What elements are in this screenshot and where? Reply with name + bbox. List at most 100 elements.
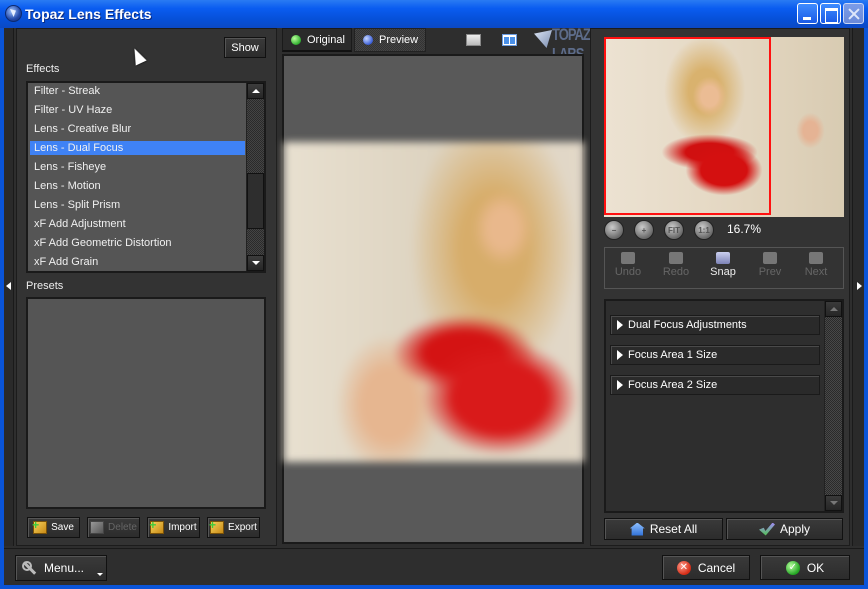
- show-button[interactable]: Show: [224, 37, 266, 58]
- presets-label: Presets: [26, 280, 64, 292]
- scroll-down-button[interactable]: [247, 255, 264, 271]
- save-icon: [32, 518, 48, 534]
- effect-item[interactable]: Lens - Motion: [30, 179, 245, 193]
- undo-label: Undo: [614, 266, 642, 278]
- expand-icon: [617, 320, 623, 330]
- arrow-left-icon: [6, 282, 11, 290]
- effect-item[interactable]: xF Add Geometric Distortion: [30, 236, 245, 250]
- logo-diamond-icon: [534, 30, 552, 48]
- prev-label: Prev: [758, 266, 782, 278]
- topaz-logo: TOPAZ LABS: [534, 25, 591, 64]
- history-toolbar: Undo Redo Snap Prev Next: [604, 247, 844, 289]
- split-view-icon[interactable]: [502, 34, 517, 46]
- import-preset-button[interactable]: Import: [147, 517, 200, 538]
- preview-dot-icon: [363, 35, 373, 45]
- zoom-actual-button[interactable]: 1:1: [694, 220, 714, 240]
- section-label: Focus Area 2 Size: [628, 379, 718, 391]
- export-icon: [209, 518, 225, 534]
- wrench-icon: [22, 561, 36, 575]
- import-icon: [149, 518, 165, 534]
- delete-preset-button[interactable]: Delete: [87, 517, 140, 538]
- menu-button[interactable]: Menu...: [15, 555, 107, 581]
- zoom-out-button[interactable]: −: [604, 220, 624, 240]
- effects-list[interactable]: Filter - Streak Filter - UV Haze Lens - …: [26, 81, 266, 273]
- reset-label: Reset All: [649, 522, 698, 536]
- preview-canvas[interactable]: [282, 54, 584, 544]
- tab-original-label: Original: [307, 33, 345, 46]
- undo-icon: [621, 252, 635, 264]
- collapse-right-panel[interactable]: [852, 28, 864, 546]
- apply-button[interactable]: Apply: [726, 518, 843, 540]
- redo-label: Redo: [662, 266, 690, 278]
- effect-item[interactable]: xF Add Adjustment: [30, 217, 245, 231]
- arrow-right-icon: [857, 282, 862, 290]
- section-focus-area-2-size[interactable]: Focus Area 2 Size: [610, 375, 820, 395]
- section-dual-focus-adjustments[interactable]: Dual Focus Adjustments: [610, 315, 820, 335]
- effect-item-selected[interactable]: Lens - Dual Focus: [30, 141, 245, 155]
- snap-label: Snap: [710, 266, 736, 278]
- left-panel: Show Effects Filter - Streak Filter - UV…: [16, 28, 277, 546]
- home-icon: [629, 522, 645, 536]
- scroll-up-button[interactable]: [825, 301, 842, 317]
- tab-preview-label: Preview: [379, 34, 419, 46]
- redo-button[interactable]: Redo: [656, 252, 696, 278]
- next-button[interactable]: Next: [796, 252, 836, 278]
- reset-all-button[interactable]: Reset All: [604, 518, 723, 540]
- maximize-button[interactable]: [820, 3, 841, 24]
- cancel-button[interactable]: ✕ Cancel: [662, 555, 750, 580]
- client-area: Show Effects Filter - Streak Filter - UV…: [4, 25, 864, 585]
- effect-item[interactable]: Filter - Streak: [30, 84, 245, 98]
- expand-icon: [617, 350, 623, 360]
- export-preset-button[interactable]: Export: [207, 517, 260, 538]
- title-bar[interactable]: Topaz Lens Effects: [0, 0, 868, 28]
- ok-check-icon: ✓: [785, 560, 800, 575]
- checkmark-icon: [758, 522, 775, 536]
- right-panel: − + FIT 1:1 16.7% Undo Redo Snap Prev Ne…: [590, 28, 850, 546]
- effect-item[interactable]: Lens - Creative Blur: [30, 122, 245, 136]
- effect-item[interactable]: xF Add Grain: [30, 255, 245, 269]
- section-focus-area-1-size[interactable]: Focus Area 1 Size: [610, 345, 820, 365]
- app-window: Topaz Lens Effects Show Effects Filter -…: [0, 0, 868, 589]
- tab-preview[interactable]: Preview: [354, 28, 426, 52]
- navigator-thumbnail[interactable]: [604, 37, 844, 217]
- scroll-down-button[interactable]: [825, 495, 842, 511]
- prev-icon: [763, 252, 777, 264]
- tab-original[interactable]: Original: [282, 28, 352, 52]
- save-label: Save: [51, 522, 74, 533]
- zoom-level: 16.7%: [727, 222, 762, 236]
- delete-icon: [90, 521, 105, 534]
- adjustments-scrollbar[interactable]: [824, 301, 842, 511]
- zoom-in-button[interactable]: +: [634, 220, 654, 240]
- save-preset-button[interactable]: Save: [27, 517, 80, 538]
- undo-button[interactable]: Undo: [608, 252, 648, 278]
- effect-item[interactable]: Filter - UV Haze: [30, 103, 245, 117]
- next-label: Next: [804, 266, 828, 278]
- cancel-icon: ✕: [676, 560, 691, 575]
- minimize-button[interactable]: [797, 3, 818, 24]
- effects-label: Effects: [26, 63, 60, 75]
- effect-item[interactable]: Lens - Split Prism: [30, 198, 245, 212]
- collapse-left-panel[interactable]: [4, 28, 14, 546]
- presets-list[interactable]: [26, 297, 266, 509]
- scroll-thumb[interactable]: [247, 173, 264, 229]
- close-button[interactable]: [843, 3, 864, 24]
- ok-button[interactable]: ✓ OK: [760, 555, 850, 580]
- effect-item[interactable]: Lens - Fisheye: [30, 160, 245, 174]
- scroll-up-button[interactable]: [247, 83, 264, 99]
- expand-icon: [617, 380, 623, 390]
- cancel-label: Cancel: [697, 560, 736, 575]
- effects-scrollbar[interactable]: [246, 83, 264, 271]
- single-view-icon[interactable]: [466, 34, 481, 46]
- snap-button[interactable]: Snap: [703, 252, 743, 278]
- zoom-fit-button[interactable]: FIT: [664, 220, 684, 240]
- prev-button[interactable]: Prev: [750, 252, 790, 278]
- navigator-viewport-frame[interactable]: [604, 37, 771, 215]
- menu-label: Menu...: [44, 561, 85, 575]
- window-title: Topaz Lens Effects: [25, 6, 152, 22]
- redo-icon: [669, 252, 683, 264]
- section-label: Focus Area 1 Size: [628, 349, 718, 361]
- apply-label: Apply: [779, 522, 811, 536]
- camera-icon: [716, 252, 730, 264]
- ok-label: OK: [806, 560, 825, 575]
- preview-image[interactable]: [284, 142, 584, 462]
